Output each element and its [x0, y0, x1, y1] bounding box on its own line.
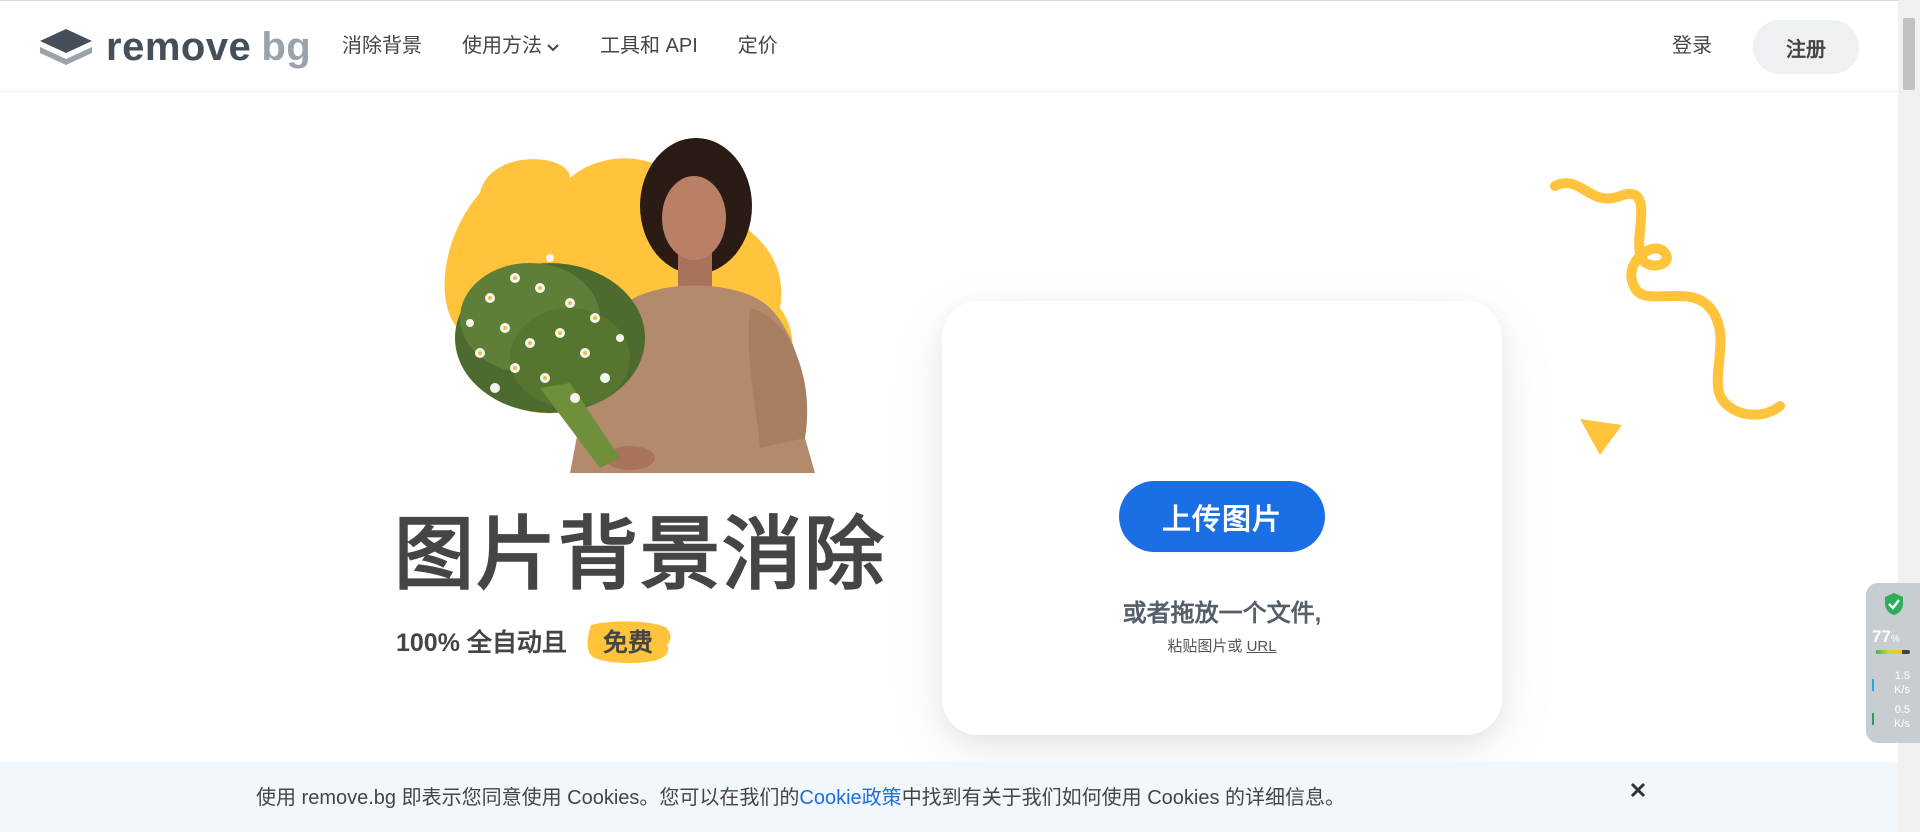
nav-how-to-use-label: 使用方法 — [462, 35, 542, 57]
signup-button[interactable]: 注册 — [1753, 20, 1859, 74]
widget-download-value: 0.5 — [1894, 704, 1910, 716]
nav-remove-background-label: 消除背景 — [342, 35, 422, 57]
drop-file-text: 或者拖放一个文件, — [1122, 600, 1322, 627]
cookie-text-after: 中找到有关于我们如何使用 Cookies 的详细信息。 — [901, 787, 1346, 809]
upload-arrow-icon — [1872, 679, 1874, 691]
widget-upload-speed: 1.5 K/s — [1880, 669, 1910, 697]
nav-pricing[interactable]: 定价 — [738, 31, 778, 61]
cookie-close-button[interactable] — [1624, 776, 1652, 804]
cookie-notice-text: 使用 remove.bg 即表示您同意使用 Cookies。您可以在我们的Coo… — [256, 784, 1345, 812]
nav-tools-api[interactable]: 工具和 API — [600, 31, 698, 61]
paste-url-link[interactable]: URL — [1247, 638, 1277, 655]
chevron-down-icon — [547, 44, 559, 52]
widget-download-speed: 0.5 K/s — [1880, 703, 1910, 731]
hero-subtitle-prefix: 100% 全自动且 — [396, 629, 567, 657]
hero-illustration-woman-with-flowers — [444, 138, 815, 473]
nav-pricing-label: 定价 — [737, 35, 778, 57]
widget-percent: 77% — [1872, 627, 1900, 647]
widget-level-bar — [1876, 650, 1910, 654]
free-badge-label: 免费 — [602, 629, 653, 657]
widget-level-fill — [1876, 650, 1903, 654]
widget-percent-value: 77 — [1872, 627, 1891, 646]
cookie-policy-link[interactable]: Cookie政策 — [799, 787, 901, 809]
upload-card[interactable]: 上传图片 或者拖放一个文件, 粘贴图片或 URL — [942, 301, 1502, 735]
free-badge: 免费 — [583, 617, 673, 665]
widget-download-unit: K/s — [1894, 718, 1910, 730]
main-nav: 消除背景 使用方法 工具和 API 定价 — [342, 31, 818, 61]
hero-subtitle: 100% 全自动且 免费 — [396, 617, 673, 665]
paste-hint-prefix: 粘贴图片或 — [1167, 638, 1247, 655]
cookie-text-before: 使用 remove.bg 即表示您同意使用 Cookies。您可以在我们的 — [256, 787, 800, 809]
widget-upload-unit: K/s — [1894, 684, 1910, 696]
paste-hint: 粘贴图片或 URL — [942, 635, 1502, 656]
cookie-consent-bar: 使用 remove.bg 即表示您同意使用 Cookies。您可以在我们的Coo… — [0, 762, 1898, 832]
nav-how-to-use-dropdown[interactable]: 使用方法 — [462, 31, 560, 61]
yellow-triangle-decoration — [1580, 419, 1622, 455]
widget-upload-value: 1.5 — [1894, 670, 1910, 682]
login-link[interactable]: 登录 — [1672, 31, 1712, 61]
brand-wordmark: remove bg — [106, 25, 311, 69]
shield-check-icon — [1885, 593, 1903, 615]
scrollbar-thumb[interactable] — [1903, 18, 1915, 90]
nav-remove-background[interactable]: 消除背景 — [342, 31, 422, 61]
face-shape — [662, 176, 726, 260]
brand-wordmark-bg: bg — [261, 25, 312, 69]
nav-tools-api-label: 工具和 API — [600, 35, 698, 57]
download-arrow-icon — [1872, 713, 1874, 725]
layers-logo-icon — [40, 29, 92, 65]
yellow-squiggle-decoration — [1550, 178, 1785, 420]
network-monitor-widget[interactable]: 77% 1.5 K/s 0.5 K/s — [1866, 583, 1920, 743]
top-navigation-bar: remove bg 消除背景 使用方法 工具和 API 定价 登录 注册 — [0, 0, 1898, 92]
brand-logo[interactable]: remove bg — [38, 25, 311, 69]
brand-wordmark-remove: remove — [106, 25, 252, 69]
upload-image-button[interactable]: 上传图片 — [1119, 481, 1325, 552]
close-icon — [1630, 782, 1646, 798]
hero-title: 图片背景消除 — [394, 510, 886, 599]
widget-percent-unit: % — [1890, 634, 1900, 645]
